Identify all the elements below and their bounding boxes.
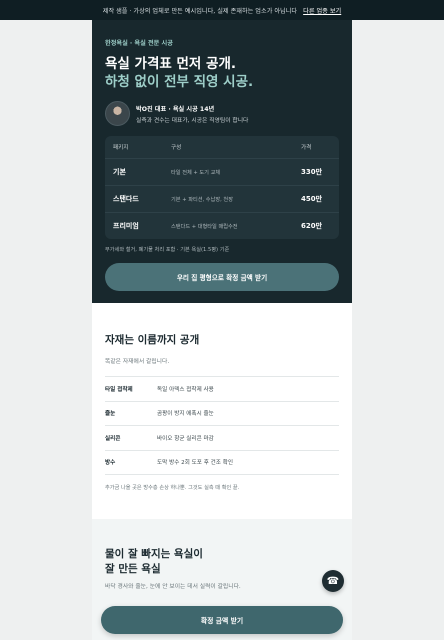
hero-section: 한정욕실 · 욕실 전문 시공 욕실 가격표 먼저 공개. 하청 없이 전부 직… [92,20,352,303]
hero-eyebrow: 한정욕실 · 욕실 전문 시공 [105,40,173,47]
banner-link[interactable]: 다른 업종 보기 [303,6,341,15]
avatar [105,101,130,126]
quote-button[interactable]: 우리 집 평형으로 확정 금액 받기 [105,263,339,291]
package-config: 타일 전체 + 도기 교체 [171,169,221,176]
package-config: 기본 + 파티션, 수납장, 천장 [171,196,233,203]
hero-title: 욕실 가격표 먼저 공개. [105,56,237,72]
banner-text: 제작 샘플 · 가상의 업체로 만든 예시입니다, 실제 존재하는 업소가 아닙… [102,7,298,15]
table-row: 실리콘 바이오 항균 실리콘 마감 [105,426,339,451]
materials-note: 추가금 나올 곳은 방수층 손상 하나뿐. 그것도 실측 때 확인 끝. [105,485,240,491]
materials-title: 자재는 이름까지 공개 [105,334,200,346]
package-price: 620만 [301,222,323,230]
materials-section: 자재는 이름까지 공개 똑같은 자재에서 갈립니다. 타일 접착제 독일 아덱스… [92,303,352,519]
drainage-title-line2: 잘 만든 욕실 [105,563,161,575]
sticky-quote-button[interactable]: 확정 금액 받기 [101,606,343,634]
profile-desc: 실측과 견수는 대표가, 시공은 직영팀이 합니다 [136,117,249,124]
material-key: 방수 [105,460,116,467]
material-value: 바이오 항균 실리콘 마감 [157,435,214,442]
table-row: 타일 접착제 독일 아덱스 접착제 사용 [105,377,339,402]
material-key: 타일 접착제 [105,386,133,393]
drainage-title: 물이 잘 빠지는 욕실이 [105,548,203,560]
header-price: 가격 [301,145,312,151]
owner-profile: 박O진 대표 · 욕실 시공 14년 실측과 견수는 대표가, 시공은 직영팀이… [105,101,339,126]
material-value: 곰팡이 방지 에폭시 줄눈 [157,411,214,418]
materials-subtitle: 똑같은 자재에서 갈립니다. [105,359,170,365]
header-package: 패키지 [113,145,129,151]
table-row: 기본 타일 전체 + 도기 교체 330만 [105,158,339,185]
hero-title-accent: 하청 없이 전부 직영 시공. [105,74,254,90]
package-name: 기본 [113,168,126,176]
material-value: 도막 방수 2회 도포 후 건조 확인 [157,460,233,467]
package-name: 스탠다드 [113,195,139,203]
price-table: 패키지 구성 가격 기본 타일 전체 + 도기 교체 330만 스탠다드 기본 … [105,136,339,239]
table-row: 스탠다드 기본 + 파티션, 수납장, 천장 450만 [105,185,339,212]
package-name: 프리미엄 [113,222,139,230]
material-value: 독일 아덱스 접착제 사용 [157,386,214,393]
call-button[interactable]: ☎ [322,570,344,592]
price-table-header: 패키지 구성 가격 [105,136,339,158]
package-config: 스탠다드 + 대형타일 매립수전 [171,223,238,230]
table-row: 프리미엄 스탠다드 + 대형타일 매립수전 620만 [105,212,339,239]
price-note: 부가세와 철거, 폐기물 처리 포함 · 기본 욕실(1.5평) 기준 [105,247,230,253]
material-key: 실리콘 [105,435,121,442]
header-config: 구성 [171,145,182,151]
package-price: 450만 [301,195,323,203]
drainage-subtitle: 바닥 경사와 줄눈, 눈에 안 보이는 데서 실력이 갈립니다. [105,584,241,590]
package-price: 330만 [301,168,323,176]
table-row: 줄눈 곰팡이 방지 에폭시 줄눈 [105,402,339,426]
table-row: 방수 도막 방수 2회 도포 후 건조 확인 [105,451,339,475]
materials-table: 타일 접착제 독일 아덱스 접착제 사용 줄눈 곰팡이 방지 에폭시 줄눈 실리… [105,376,339,475]
profile-name: 박O진 대표 · 욕실 시공 14년 [136,105,215,113]
material-key: 줄눈 [105,411,116,418]
phone-icon: ☎ [326,575,340,587]
top-banner: 제작 샘플 · 가상의 업체로 만든 예시입니다, 실제 존재하는 업소가 아닙… [0,0,444,20]
